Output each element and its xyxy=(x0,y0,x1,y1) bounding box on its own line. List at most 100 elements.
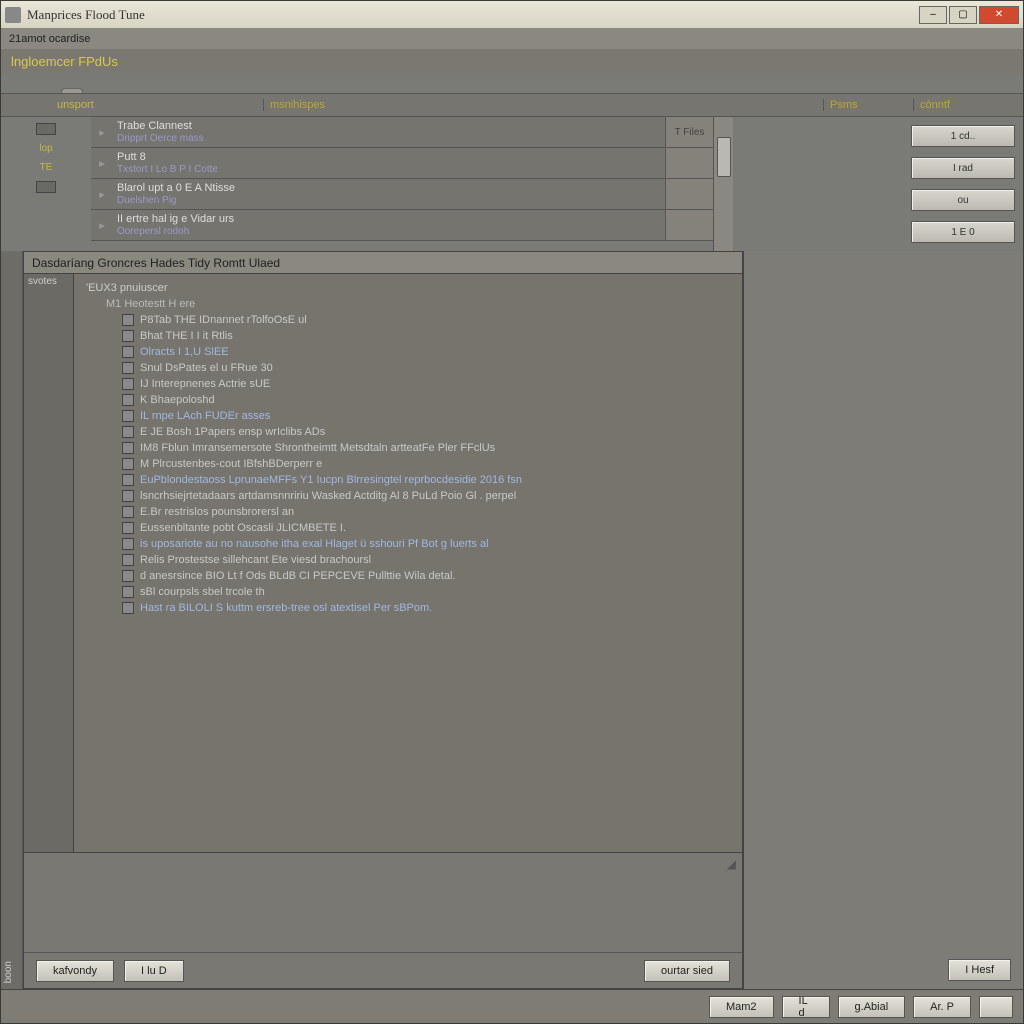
row-title: Putt 8 xyxy=(117,151,661,163)
tree-item[interactable]: lsncrhsiejrtetadaars artdamsnnririu Wask… xyxy=(78,488,738,504)
tree-item-icon xyxy=(122,602,134,614)
tree-item[interactable]: Relis Prostestse sillehcant Ete viesd br… xyxy=(78,552,738,568)
tree-item[interactable]: Hast ra BILOLI S kuttm ersreb-tree osl a… xyxy=(78,600,738,616)
col-end-label[interactable]: cónntf xyxy=(913,99,1023,111)
rail-icon-2[interactable] xyxy=(36,181,56,193)
right-button-stack: 1 cd.. I rad ou 1 E 0 xyxy=(903,117,1023,251)
list-row[interactable]: ▸ Putt 8 Txstort I Lo B P I Cotte xyxy=(91,148,713,179)
row-tag[interactable]: T Files xyxy=(665,117,713,147)
tree-item[interactable]: is uposariote au no nausohe itha exal Hl… xyxy=(78,536,738,552)
tree-item[interactable]: Snul DsPates el u FRue 30 xyxy=(78,360,738,376)
tree-item-icon xyxy=(122,330,134,342)
menubar[interactable]: 21amot ocardise xyxy=(1,29,1023,49)
footer-bar: Mam2 IL d g.Abial Ar. P xyxy=(1,989,1023,1023)
main-area: unsport msnihispes Psms cónntf lop TE ▸ … xyxy=(1,73,1023,1023)
row-tag xyxy=(665,179,713,209)
tree-item[interactable]: Eussenbltante pobt Oscasli JLICMBETE I. xyxy=(78,520,738,536)
tree-item-icon xyxy=(122,490,134,502)
tree-item-label: P8Tab THE IDnannet rTolfoOsE ul xyxy=(140,313,307,327)
rail-label-2: TE xyxy=(40,162,53,173)
tree-view[interactable]: 'EUX3 pnuiuscer M1 Heotestt H ere P8Tab … xyxy=(74,274,742,852)
project-header: lngloemcer FPdUs xyxy=(1,49,1023,73)
minimize-button[interactable]: – xyxy=(919,6,947,24)
row-expand-icon[interactable]: ▸ xyxy=(91,179,113,209)
tree-item-icon xyxy=(122,586,134,598)
footer-button-5[interactable] xyxy=(979,996,1013,1018)
tree-root[interactable]: 'EUX3 pnuiuscer xyxy=(78,280,738,296)
dialog-button-3[interactable]: ourtar sied xyxy=(644,960,730,982)
list-row[interactable]: ▸ II ertre hal ig e Vidar urs Oorepersl … xyxy=(91,210,713,241)
side-button-2[interactable]: I rad xyxy=(911,157,1015,179)
footer-button-3[interactable]: g.Abial xyxy=(838,996,906,1018)
row-title: II ertre hal ig e Vidar urs xyxy=(117,213,661,225)
tree-item-icon xyxy=(122,474,134,486)
scroll-thumb[interactable] xyxy=(717,137,731,177)
tab-strip xyxy=(1,73,1023,93)
tree-item-icon xyxy=(122,538,134,550)
row-subtitle: Duelshen Pig xyxy=(117,195,661,206)
col-main-label[interactable]: unsport xyxy=(51,99,263,111)
mid-gap xyxy=(733,117,903,251)
dialog-button-2[interactable]: I lu D xyxy=(124,960,184,982)
row-expand-icon[interactable]: ▸ xyxy=(91,210,113,240)
row-expand-icon[interactable]: ▸ xyxy=(91,117,113,147)
tree-item-icon xyxy=(122,426,134,438)
side-button-1[interactable]: 1 cd.. xyxy=(911,125,1015,147)
tree-item[interactable]: EuPblondestaoss LprunaeMFFs Y1 Iucpn Blr… xyxy=(78,472,738,488)
tree-item[interactable]: Olracts I 1,U SlEE xyxy=(78,344,738,360)
inner-gutter: svotes xyxy=(24,274,74,852)
tree-item-label: IL rnpe LAch FUDEr asses xyxy=(140,409,270,423)
titlebar: Manprices Flood Tune – ▢ ✕ xyxy=(1,1,1023,29)
tree-item-label: Eussenbltante pobt Oscasli JLICMBETE I. xyxy=(140,521,346,535)
tree-item-label: Bhat THE I I it Rtlis xyxy=(140,329,233,343)
tree-item-icon xyxy=(122,570,134,582)
row-subtitle: Oorepersl rodoh xyxy=(117,226,661,237)
tree-item[interactable]: IM8 Fblun Imransemersote Shrontheimtt Me… xyxy=(78,440,738,456)
right-panel-button[interactable]: I Hesf xyxy=(948,959,1011,981)
side-button-3[interactable]: ou xyxy=(911,189,1015,211)
tree-item-label: d anesrsince BIO Lt f Ods BLdB CI PEPCEV… xyxy=(140,569,455,583)
tree-item[interactable]: d anesrsince BIO Lt f Ods BLdB CI PEPCEV… xyxy=(78,568,738,584)
tree-item[interactable]: sBl courpsls sbel trcole th xyxy=(78,584,738,600)
tree-item-icon xyxy=(122,378,134,390)
tree-item-label: Olracts I 1,U SlEE xyxy=(140,345,229,359)
tree-item-label: IJ Interepnenes Actrie sUE xyxy=(140,377,270,391)
tree-item[interactable]: E.Br restrislos pounsbrorersl an xyxy=(78,504,738,520)
rail-label-1: lop xyxy=(39,143,52,154)
tree-item[interactable]: IL rnpe LAch FUDEr asses xyxy=(78,408,738,424)
col-mid-label[interactable]: msnihispes xyxy=(263,99,823,111)
tree-item[interactable]: P8Tab THE IDnannet rTolfoOsE ul xyxy=(78,312,738,328)
list-scrollbar[interactable] xyxy=(713,117,733,251)
resize-grip-icon[interactable]: ◢ xyxy=(727,857,736,871)
list-row[interactable]: ▸ Blarol upt a 0 E A Ntisse Duelshen Pig xyxy=(91,179,713,210)
inner-body: svotes 'EUX3 pnuiuscer M1 Heotestt H ere… xyxy=(24,274,742,852)
dialog-button-1[interactable]: kafvondy xyxy=(36,960,114,982)
upper-section: lop TE ▸ Trabe Clannest Dripprt Oerce ma… xyxy=(1,117,1023,251)
tree-item-icon xyxy=(122,394,134,406)
row-subtitle: Dripprt Oerce mass xyxy=(117,133,661,144)
column-headers: unsport msnihispes Psms cónntf xyxy=(1,93,1023,117)
tree-sub[interactable]: M1 Heotestt H ere xyxy=(78,296,738,312)
tree-item-label: K Bhaepoloshd xyxy=(140,393,215,407)
tree-item[interactable]: IJ Interepnenes Actrie sUE xyxy=(78,376,738,392)
tree-item[interactable]: M Plrcustenbes-cout IBfshBDerperr e xyxy=(78,456,738,472)
row-expand-icon[interactable]: ▸ xyxy=(91,148,113,178)
list-row[interactable]: ▸ Trabe Clannest Dripprt Oerce mass T Fi… xyxy=(91,117,713,148)
footer-button-2[interactable]: IL d xyxy=(782,996,830,1018)
left-strip: boon xyxy=(1,251,23,989)
dialog-button-row: kafvondy I lu D ourtar sied xyxy=(24,952,742,988)
side-button-4[interactable]: 1 E 0 xyxy=(911,221,1015,243)
col-side-label[interactable]: Psms xyxy=(823,99,913,111)
window-title: Manprices Flood Tune xyxy=(27,7,919,23)
rail-icon-1[interactable] xyxy=(36,123,56,135)
tree-item[interactable]: Bhat THE I I it Rtlis xyxy=(78,328,738,344)
left-strip-label: boon xyxy=(3,961,14,983)
tree-item[interactable]: E JE Bosh 1Papers ensp wrIclibs ADs xyxy=(78,424,738,440)
tree-item-icon xyxy=(122,362,134,374)
tree-item[interactable]: K Bhaepoloshd xyxy=(78,392,738,408)
footer-button-4[interactable]: Ar. P xyxy=(913,996,971,1018)
mid-panel: boon Dasdaríang Groncres Hades Tidy Romt… xyxy=(1,251,1023,989)
maximize-button[interactable]: ▢ xyxy=(949,6,977,24)
close-button[interactable]: ✕ xyxy=(979,6,1019,24)
footer-button-1[interactable]: Mam2 xyxy=(709,996,774,1018)
